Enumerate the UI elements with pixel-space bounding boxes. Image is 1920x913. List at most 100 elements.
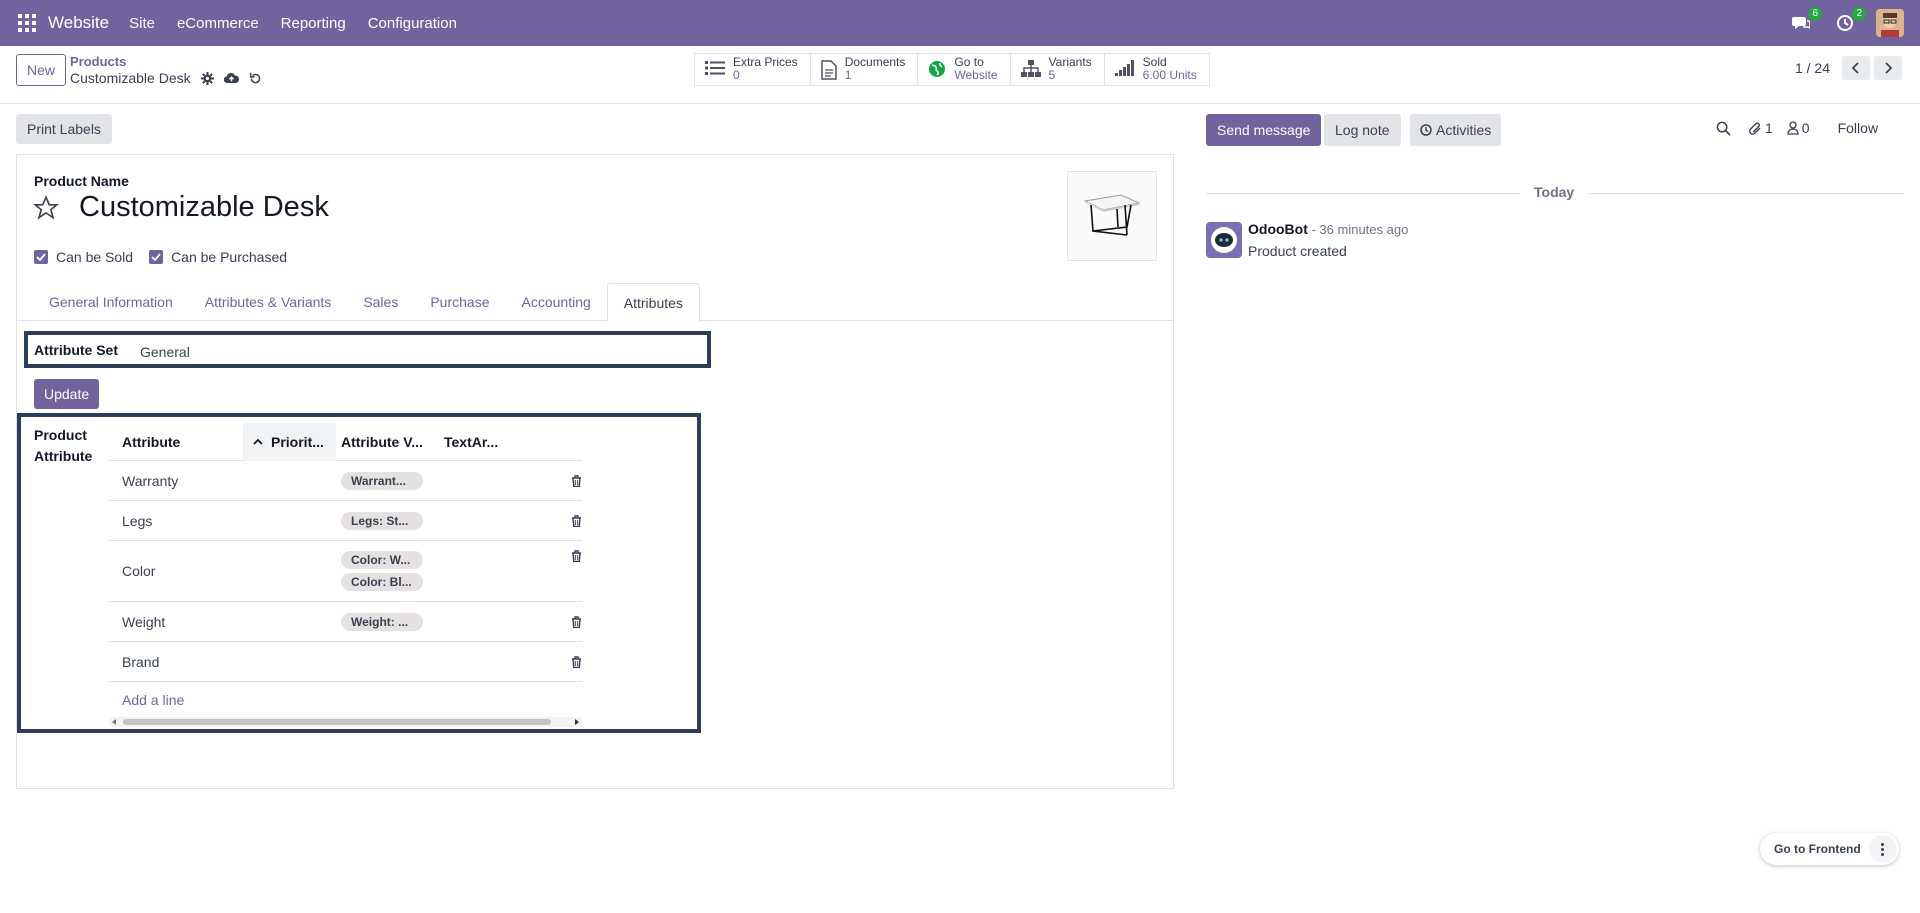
can-be-purchased-checkbox[interactable] — [149, 250, 164, 264]
star-icon[interactable] — [33, 195, 59, 221]
documents-button[interactable]: Documents 1 — [811, 54, 919, 85]
trash-icon[interactable] — [571, 514, 582, 527]
globe-icon — [928, 60, 946, 78]
new-button[interactable]: New — [16, 54, 67, 86]
today-label: Today — [1520, 184, 1589, 200]
activity-clock-icon[interactable]: 2 — [1832, 7, 1866, 36]
sale-purchase-checks: Can be Sold Can be Purchased — [34, 249, 303, 265]
table-row[interactable]: Legs Legs: St... — [109, 501, 582, 541]
messages-badge: 6 — [1808, 7, 1822, 21]
scrollbar-thumb[interactable] — [123, 719, 551, 725]
table-row[interactable]: Weight Weight: ... — [109, 602, 582, 642]
log-note-button[interactable]: Log note — [1324, 114, 1401, 146]
message-body: Product created — [1248, 243, 1347, 259]
value-tag[interactable]: Color: W... — [341, 551, 423, 569]
attachments-button[interactable]: 1 — [1748, 120, 1773, 136]
smart-value: 6.00 Units — [1142, 68, 1197, 82]
horizontal-scrollbar[interactable] — [109, 717, 582, 727]
cloud-upload-icon[interactable] — [223, 72, 239, 84]
product-attribute-table: Attribute Priorit... Attribute V... Text… — [109, 422, 582, 720]
follow-button[interactable]: Follow — [1838, 120, 1878, 136]
column-textarea[interactable]: TextAr... — [444, 434, 524, 450]
smart-value: 0 — [733, 68, 740, 82]
tab-general-information[interactable]: General Information — [33, 283, 189, 320]
table-row[interactable]: Warranty Warrant... — [109, 461, 582, 501]
menu-configuration[interactable]: Configuration — [368, 15, 457, 32]
menu-site[interactable]: Site — [129, 15, 155, 32]
chatter-topbar: 1 0 Follow — [1716, 120, 1878, 136]
trash-icon[interactable] — [571, 655, 582, 668]
breadcrumb: Customizable Desk — [70, 70, 262, 86]
value-tag[interactable]: Weight: ... — [341, 612, 423, 631]
pager: 1 / 24 — [1795, 56, 1902, 80]
scroll-left-icon[interactable] — [112, 719, 116, 725]
smart-label: Documents — [844, 55, 906, 69]
trash-icon[interactable] — [571, 474, 582, 487]
followers-button[interactable]: 0 — [1787, 120, 1810, 136]
value-tag[interactable]: Warrant... — [341, 471, 423, 490]
signal-icon — [1114, 60, 1135, 76]
product-name-input[interactable]: Customizable Desk — [79, 191, 329, 224]
go-to-website-button[interactable]: Go to Website — [918, 54, 1011, 85]
column-priority[interactable]: Priorit... — [243, 422, 336, 461]
paperclip-icon — [1749, 122, 1761, 135]
can-be-sold-checkbox[interactable] — [34, 250, 48, 264]
go-to-frontend-widget: Go to Frontend — [1760, 833, 1899, 865]
update-button[interactable]: Update — [34, 379, 100, 409]
discard-undo-icon[interactable] — [249, 72, 262, 85]
top-navbar: Website Site eCommerce Reporting Configu… — [0, 0, 1920, 46]
row-attribute: Color — [122, 563, 156, 579]
menu-ecommerce[interactable]: eCommerce — [177, 15, 259, 32]
pager-value[interactable]: 1 / 24 — [1795, 60, 1830, 76]
systray: 6 2 — [1788, 0, 1920, 46]
sort-ascending-icon — [253, 438, 263, 445]
trash-icon[interactable] — [571, 550, 582, 562]
product-image[interactable] — [1067, 171, 1157, 261]
tab-purchase[interactable]: Purchase — [414, 283, 505, 320]
add-line-link[interactable]: Add a line — [109, 682, 582, 720]
search-icon[interactable] — [1716, 121, 1734, 136]
column-attribute[interactable]: Attribute — [109, 434, 243, 450]
print-labels-button[interactable]: Print Labels — [16, 114, 112, 144]
kebab-menu-icon[interactable] — [1868, 835, 1897, 863]
tab-attributes[interactable]: Attributes — [606, 283, 700, 322]
send-message-button[interactable]: Send message — [1206, 114, 1322, 146]
breadcrumb-current: Customizable Desk — [70, 70, 191, 86]
product-name-label: Product Name — [34, 173, 129, 189]
attribute-set-input[interactable]: General — [140, 344, 190, 360]
message-time: - 36 minutes ago — [1307, 222, 1409, 237]
row-attribute: Warranty — [122, 472, 179, 489]
value-tag[interactable]: Color: Bl... — [341, 573, 423, 591]
value-tag[interactable]: Legs: St... — [341, 511, 423, 530]
tab-sales[interactable]: Sales — [347, 283, 414, 320]
messaging-icon[interactable]: 6 — [1788, 7, 1822, 36]
menu-reporting[interactable]: Reporting — [281, 15, 346, 32]
scroll-right-icon[interactable] — [575, 719, 579, 725]
apps-menu-icon[interactable] — [18, 14, 36, 32]
app-name[interactable]: Website — [48, 13, 109, 33]
attribute-set-label: Attribute Set — [34, 341, 118, 358]
list-icon — [705, 60, 725, 76]
pager-next-button[interactable] — [1874, 56, 1902, 80]
column-attribute-values[interactable]: Attribute V... — [336, 434, 444, 450]
product-attribute-field: Product Attribute Attribute Priorit... A… — [17, 413, 701, 733]
odoobot-avatar[interactable] — [1206, 222, 1242, 258]
smart-label: Extra Prices — [733, 55, 798, 69]
pager-previous-button[interactable] — [1842, 56, 1870, 80]
breadcrumb-products[interactable]: Products — [70, 54, 126, 69]
tab-attributes-variants[interactable]: Attributes & Variants — [189, 283, 348, 320]
sold-button[interactable]: Sold 6.00 Units — [1105, 54, 1209, 85]
message-author[interactable]: OdooBot — [1248, 221, 1308, 237]
extra-prices-button[interactable]: Extra Prices 0 — [695, 54, 811, 85]
user-avatar[interactable] — [1876, 9, 1904, 37]
can-be-purchased-label[interactable]: Can be Purchased — [171, 249, 287, 265]
trash-icon[interactable] — [571, 615, 582, 628]
table-row[interactable]: Color Color: W... Color: Bl... — [109, 541, 582, 602]
variants-button[interactable]: Variants 5 — [1011, 54, 1105, 85]
go-to-frontend-button[interactable]: Go to Frontend — [1774, 842, 1861, 856]
gear-icon[interactable] — [200, 71, 214, 85]
table-row[interactable]: Brand — [109, 642, 582, 682]
can-be-sold-label[interactable]: Can be Sold — [56, 249, 133, 265]
tab-accounting[interactable]: Accounting — [506, 283, 607, 320]
activities-button[interactable]: Activities — [1410, 114, 1502, 146]
